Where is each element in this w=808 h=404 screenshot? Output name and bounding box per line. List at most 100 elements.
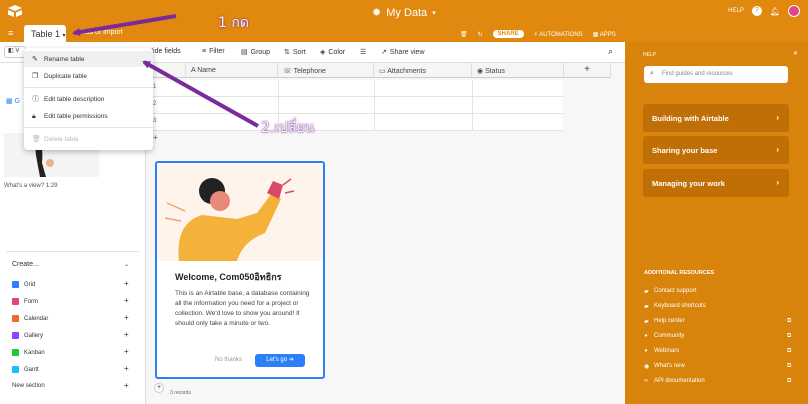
chat-icon: ▰ (644, 289, 649, 295)
sidebar-item-grid-view[interactable]: ▦ G (6, 97, 20, 105)
help-card-sharing[interactable]: Sharing your base › (643, 136, 789, 164)
additional-resources-heading: ADDITIONAL RESOURCES (644, 270, 715, 276)
table-row[interactable]: 3 (146, 114, 563, 131)
create-gallery-item[interactable]: Gallery (12, 332, 43, 339)
column-header-label: Name (197, 67, 216, 74)
external-link-icon: ⧉ (787, 363, 792, 369)
tab-table-1[interactable]: Table 1 ▾ (24, 25, 66, 42)
menu-item-edit-permissions[interactable]: 🔒︎ Edit table permissions (24, 108, 153, 124)
search-icon: ⌕ (650, 70, 654, 77)
add-gallery-plus-icon[interactable]: + (124, 330, 129, 339)
sort-icon: ⇅ (284, 49, 290, 56)
history-icon[interactable]: ↻ (478, 31, 483, 38)
add-kanban-plus-icon[interactable]: + (124, 347, 129, 356)
create-calendar-item[interactable]: Calendar (12, 315, 48, 322)
filter-icon: ≡ (202, 48, 207, 55)
column-header-status[interactable]: ◉ Status (472, 63, 564, 78)
add-calendar-plus-icon[interactable]: + (124, 313, 129, 322)
divider (374, 80, 375, 97)
avatar[interactable] (788, 5, 800, 17)
welcome-body: This is an Airtable base, a database con… (175, 290, 310, 327)
help-link[interactable]: HELP (728, 8, 744, 14)
create-form-item[interactable]: Form (12, 298, 38, 305)
row-height-icon: ☰ (360, 49, 367, 56)
add-form-plus-icon[interactable]: + (124, 296, 129, 305)
table-row[interactable]: 1 (146, 80, 563, 97)
table-row[interactable]: 2 (146, 97, 563, 114)
add-record-plus-icon[interactable]: + (153, 133, 158, 142)
menu-icon[interactable]: ≡ (8, 28, 13, 38)
divider (472, 114, 473, 131)
add-record-button[interactable]: + (154, 383, 164, 393)
group-button[interactable]: ▤ Group (241, 48, 270, 57)
top-bar: ✹ My Data ▾ HELP ? 🔔︎ ≡ Table 1 ▾ + Add … (0, 0, 808, 42)
resource-label: Help center (654, 318, 685, 324)
divider (24, 87, 153, 88)
no-thanks-button[interactable]: No thanks (215, 357, 242, 363)
trash-icon: 🗑︎ (32, 136, 41, 143)
create-grid-item[interactable]: Grid (12, 281, 35, 288)
menu-item-rename-table[interactable]: ✎ Rename table (24, 51, 153, 67)
help-card-label: Building with Airtable (652, 114, 729, 123)
new-section-item[interactable]: New section (12, 383, 45, 389)
column-header-attachments[interactable]: ▭ Attachments (374, 63, 472, 78)
apps-button[interactable]: ▦ APPS (593, 31, 616, 38)
resource-label: Contact support (654, 288, 697, 294)
menu-item-duplicate-table[interactable]: ❐ Duplicate table (24, 68, 153, 84)
menu-item-label: Duplicate table (44, 73, 87, 80)
lets-go-button[interactable]: Let's go ➜ (255, 354, 305, 367)
chevron-down-icon[interactable]: ▾ (63, 33, 66, 39)
chevron-right-icon: › (776, 145, 779, 154)
row-height-button[interactable]: ☰ (360, 48, 366, 56)
add-field-button[interactable]: + (564, 63, 611, 78)
help-panel: HELP ✕ ⌕ Find guides and resources Buildi… (625, 42, 808, 404)
share-button[interactable]: SHARE (492, 30, 524, 38)
menu-item-edit-description[interactable]: ⓘ Edit table description (24, 91, 153, 107)
bell-icon[interactable]: 🔔︎ (770, 7, 780, 16)
automations-button[interactable]: ⚡︎ AUTOMATIONS (534, 31, 583, 38)
close-icon[interactable]: ✕ (793, 50, 798, 57)
chevron-down-icon[interactable]: ⌄ (124, 261, 129, 268)
trash-icon[interactable]: 🗑︎ (460, 31, 468, 38)
sort-button[interactable]: ⇅ Sort (284, 48, 306, 57)
header-actions: 🗑︎ ↻ SHARE ⚡︎ AUTOMATIONS ▦ APPS (460, 30, 616, 38)
column-header-telephone[interactable]: ☏ Telephone (278, 63, 374, 78)
help-search-input[interactable]: ⌕ Find guides and resources (644, 66, 788, 83)
pencil-icon: ✎ (32, 56, 38, 63)
base-title[interactable]: ✹ My Data ▾ (372, 6, 436, 20)
create-kanban-item[interactable]: Kanban (12, 349, 45, 356)
resource-label: API documentation (654, 378, 705, 384)
add-grid-plus-icon[interactable]: + (124, 279, 129, 288)
add-import-label: Add or import (80, 29, 123, 36)
create-gantt-item[interactable]: Gantt (12, 366, 39, 373)
share-view-icon: ↗ (381, 49, 387, 56)
airtable-logo-icon[interactable] (7, 4, 23, 18)
record-count: 3 records (170, 390, 191, 396)
add-gantt-plus-icon[interactable]: + (124, 364, 129, 373)
divider (472, 97, 473, 114)
filter-button[interactable]: ≡ Filter (202, 48, 225, 55)
search-icon[interactable]: ⌕ (608, 46, 613, 57)
divider (6, 251, 139, 252)
share-view-label: Share view (389, 48, 425, 56)
add-section-plus-icon[interactable]: + (124, 381, 129, 390)
chevron-right-icon: › (776, 113, 779, 122)
menu-item-label: Edit table permissions (44, 113, 108, 120)
apps-label: APPS (599, 31, 616, 38)
help-card-managing[interactable]: Managing your work › (643, 169, 789, 197)
sun-icon: ✹ (372, 7, 382, 19)
views-toggle-button[interactable]: ◧ V (4, 46, 26, 58)
annotation-step-1: 1 กด (218, 15, 249, 31)
create-heading[interactable]: Create... (12, 261, 39, 268)
help-card-building[interactable]: Building with Airtable › (643, 104, 789, 132)
external-link-icon: ⧉ (787, 378, 792, 384)
color-button[interactable]: ◈ Color (320, 48, 345, 57)
resource-label: Webinars (654, 348, 680, 354)
external-link-icon: ⧉ (787, 333, 792, 339)
share-view-button[interactable]: ↗ Share view (381, 48, 425, 57)
add-or-import-button[interactable]: + Add or import (75, 29, 123, 36)
gantt-icon (12, 366, 19, 373)
external-link-icon: ⧉ (787, 348, 792, 354)
column-header-name[interactable]: A Name (186, 63, 278, 78)
help-icon[interactable]: ? (751, 6, 762, 16)
